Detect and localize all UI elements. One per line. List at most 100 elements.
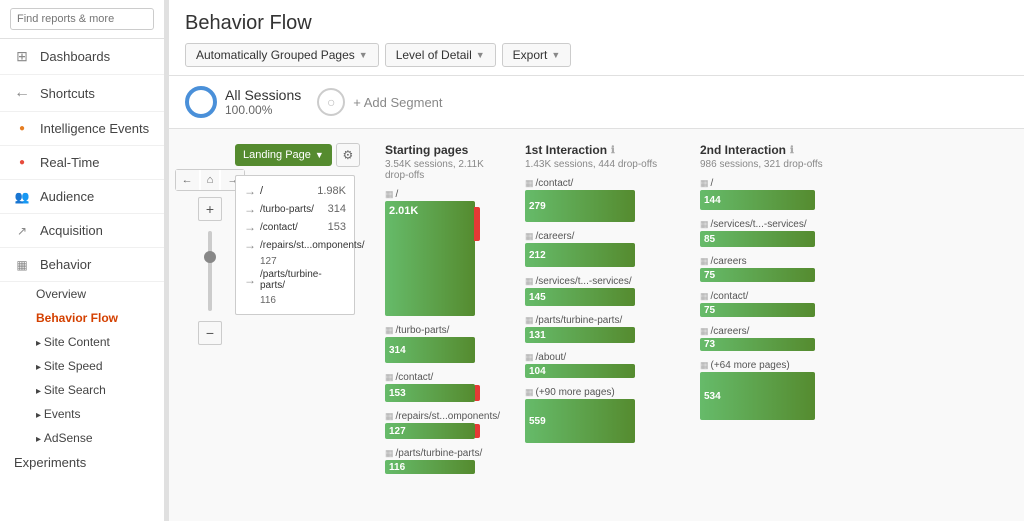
starting-pages-stats: 3.54K sessions, 2.11K drop-offs <box>385 159 490 181</box>
zoom-out-button[interactable]: − <box>198 321 222 345</box>
sidebar-sub-site-search[interactable]: Site Search <box>0 378 164 402</box>
interaction2-bar-1[interactable]: ▦ / 144 <box>700 178 840 210</box>
sidebar-item-behavior[interactable]: ▦ Behavior <box>0 248 164 282</box>
bar-path: /careers/ <box>711 326 750 337</box>
export-button[interactable]: Export ▼ <box>502 43 572 67</box>
entry-count: 1.98K <box>317 185 346 197</box>
bar-green: 131 <box>525 327 635 343</box>
sidebar-item-acquisition[interactable]: ↗ Acquisition <box>0 214 164 248</box>
page-title: Behavior Flow <box>185 12 1008 35</box>
sidebar-item-dashboards[interactable]: ⊞ Dashboards <box>0 39 164 75</box>
sidebar-item-shortcuts[interactable]: ← Shortcuts <box>0 75 164 112</box>
bar-green: 145 <box>525 288 635 306</box>
bar-count: 104 <box>529 366 546 377</box>
grouped-pages-button[interactable]: Automatically Grouped Pages ▼ <box>185 43 379 67</box>
starting-bar-3[interactable]: ▦ /contact/ 153 <box>385 372 490 402</box>
interaction1-bar-1[interactable]: ▦ /contact/ 279 <box>525 178 665 222</box>
interaction1-bar-4[interactable]: ▦ /parts/turbine-parts/ 131 <box>525 315 665 343</box>
info-icon[interactable]: ℹ <box>790 145 794 156</box>
page-icon-small: ▦ <box>525 387 534 398</box>
bar-green: 212 <box>525 243 635 267</box>
entry-path: / <box>260 185 263 197</box>
flow-settings-button[interactable]: ⚙ <box>336 143 360 167</box>
page-icon-small: ▦ <box>525 231 534 242</box>
bar-count: 75 <box>704 270 715 281</box>
drop-off-indicator <box>475 385 480 401</box>
interaction2-bar-2[interactable]: ▦ /services/t...-services/ 85 <box>700 219 840 247</box>
chevron-down-icon: ▼ <box>476 50 485 60</box>
level-detail-button[interactable]: Level of Detail ▼ <box>385 43 496 67</box>
entry-arrow-icon: → <box>244 273 256 287</box>
page-header: Behavior Flow Automatically Grouped Page… <box>169 0 1024 76</box>
bar-green-large: 2.01K <box>385 201 475 316</box>
interaction2-header: 2nd Interaction ℹ 986 sessions, 321 drop… <box>700 143 840 170</box>
list-item: → /repairs/st...omponents/ <box>244 238 346 252</box>
sidebar-sub-experiments[interactable]: Experiments <box>0 450 164 475</box>
bar-green: 559 <box>525 399 635 443</box>
sidebar-item-label: Shortcuts <box>40 86 152 101</box>
segment-circle <box>185 86 217 118</box>
entry-path: /turbo-parts/ <box>260 204 314 215</box>
landing-page-select[interactable]: Landing Page ▼ <box>235 144 332 166</box>
zoom-handle <box>204 251 216 263</box>
page-icon-small: ▦ <box>385 372 394 383</box>
pan-home-button[interactable]: ⌂ <box>201 170 220 190</box>
entry-arrow-icon: → <box>244 220 256 234</box>
zoom-slider[interactable] <box>208 231 212 311</box>
bar-path: /parts/turbine-parts/ <box>536 315 623 326</box>
entry-count: 314 <box>328 203 346 215</box>
interaction2-bar-5[interactable]: ▦ /careers/ 73 <box>700 326 840 351</box>
page-icon-small: ▦ <box>700 219 709 230</box>
sidebar-sub-site-speed[interactable]: Site Speed <box>0 354 164 378</box>
bar-path: /careers/ <box>536 231 575 242</box>
pan-left-button[interactable]: ← <box>176 170 199 190</box>
starting-bar-4[interactable]: ▦ /repairs/st...omponents/ 127 <box>385 411 490 439</box>
interaction1-bar-5[interactable]: ▦ /about/ 104 <box>525 352 665 378</box>
entry-arrow-icon: → <box>244 202 256 216</box>
interaction1-bar-3[interactable]: ▦ /services/t...-services/ 145 <box>525 276 665 306</box>
interaction2-bar-more[interactable]: ▦ (+64 more pages) 534 <box>700 360 840 420</box>
starting-bar-5[interactable]: ▦ /parts/turbine-parts/ 116 <box>385 448 490 474</box>
sidebar-item-intelligence[interactable]: ● Intelligence Events <box>0 112 164 146</box>
bar-green: 534 <box>700 372 815 420</box>
sidebar-sub-site-content[interactable]: Site Content <box>0 330 164 354</box>
add-segment-label: + Add Segment <box>353 95 442 110</box>
page-icon-small: ▦ <box>700 326 709 337</box>
sidebar-item-audience[interactable]: 👥 Audience <box>0 180 164 214</box>
interaction1-title: 1st Interaction <box>525 143 607 157</box>
interaction1-stats: 1.43K sessions, 444 drop-offs <box>525 159 665 170</box>
bar-count: 144 <box>704 195 721 206</box>
starting-bar-2[interactable]: ▦ /turbo-parts/ 314 <box>385 325 490 363</box>
entry-count: 153 <box>328 221 346 233</box>
page-icon-small: ▦ <box>525 352 534 363</box>
interaction2-bar-4[interactable]: ▦ /contact/ 75 <box>700 291 840 317</box>
list-item: → /turbo-parts/ 314 <box>244 202 346 216</box>
bar-path: /contact/ <box>396 372 434 383</box>
entry-path: /parts/turbine-parts/ <box>260 269 346 291</box>
gear-icon: ⚙ <box>342 148 353 162</box>
info-icon[interactable]: ℹ <box>611 145 615 156</box>
interaction2-bar-3[interactable]: ▦ /careers 75 <box>700 256 840 282</box>
sidebar-sub-behavior-flow[interactable]: Behavior Flow <box>0 306 164 330</box>
landing-page-label: Landing Page <box>243 149 311 161</box>
drop-off-indicator <box>474 207 480 242</box>
bar-green: 75 <box>700 268 815 282</box>
entry-count: 127 <box>244 256 346 267</box>
export-label: Export <box>513 48 548 62</box>
sidebar-item-realtime[interactable]: ● Real-Time <box>0 146 164 180</box>
bar-path: /contact/ <box>711 291 749 302</box>
sidebar-sub-events[interactable]: Events <box>0 402 164 426</box>
sidebar-sub-adsense[interactable]: AdSense <box>0 426 164 450</box>
segment-all-sessions[interactable]: All Sessions 100.00% <box>185 86 301 118</box>
starting-bar-1[interactable]: ▦ / 2.01K <box>385 189 490 316</box>
interaction1-bar-2[interactable]: ▦ /careers/ 212 <box>525 231 665 267</box>
zoom-in-button[interactable]: + <box>198 197 222 221</box>
add-segment-button[interactable]: ○ + Add Segment <box>317 88 442 116</box>
search-input[interactable] <box>10 8 154 30</box>
audience-icon: 👥 <box>12 190 32 204</box>
sidebar-sub-overview[interactable]: Overview <box>0 282 164 306</box>
flow-controls: ← ⌂ → + − <box>185 139 235 345</box>
sidebar-item-label: Intelligence Events <box>40 121 152 136</box>
interaction1-bar-more[interactable]: ▦ (+90 more pages) 559 <box>525 387 665 443</box>
entry-arrow-icon: → <box>244 184 256 198</box>
